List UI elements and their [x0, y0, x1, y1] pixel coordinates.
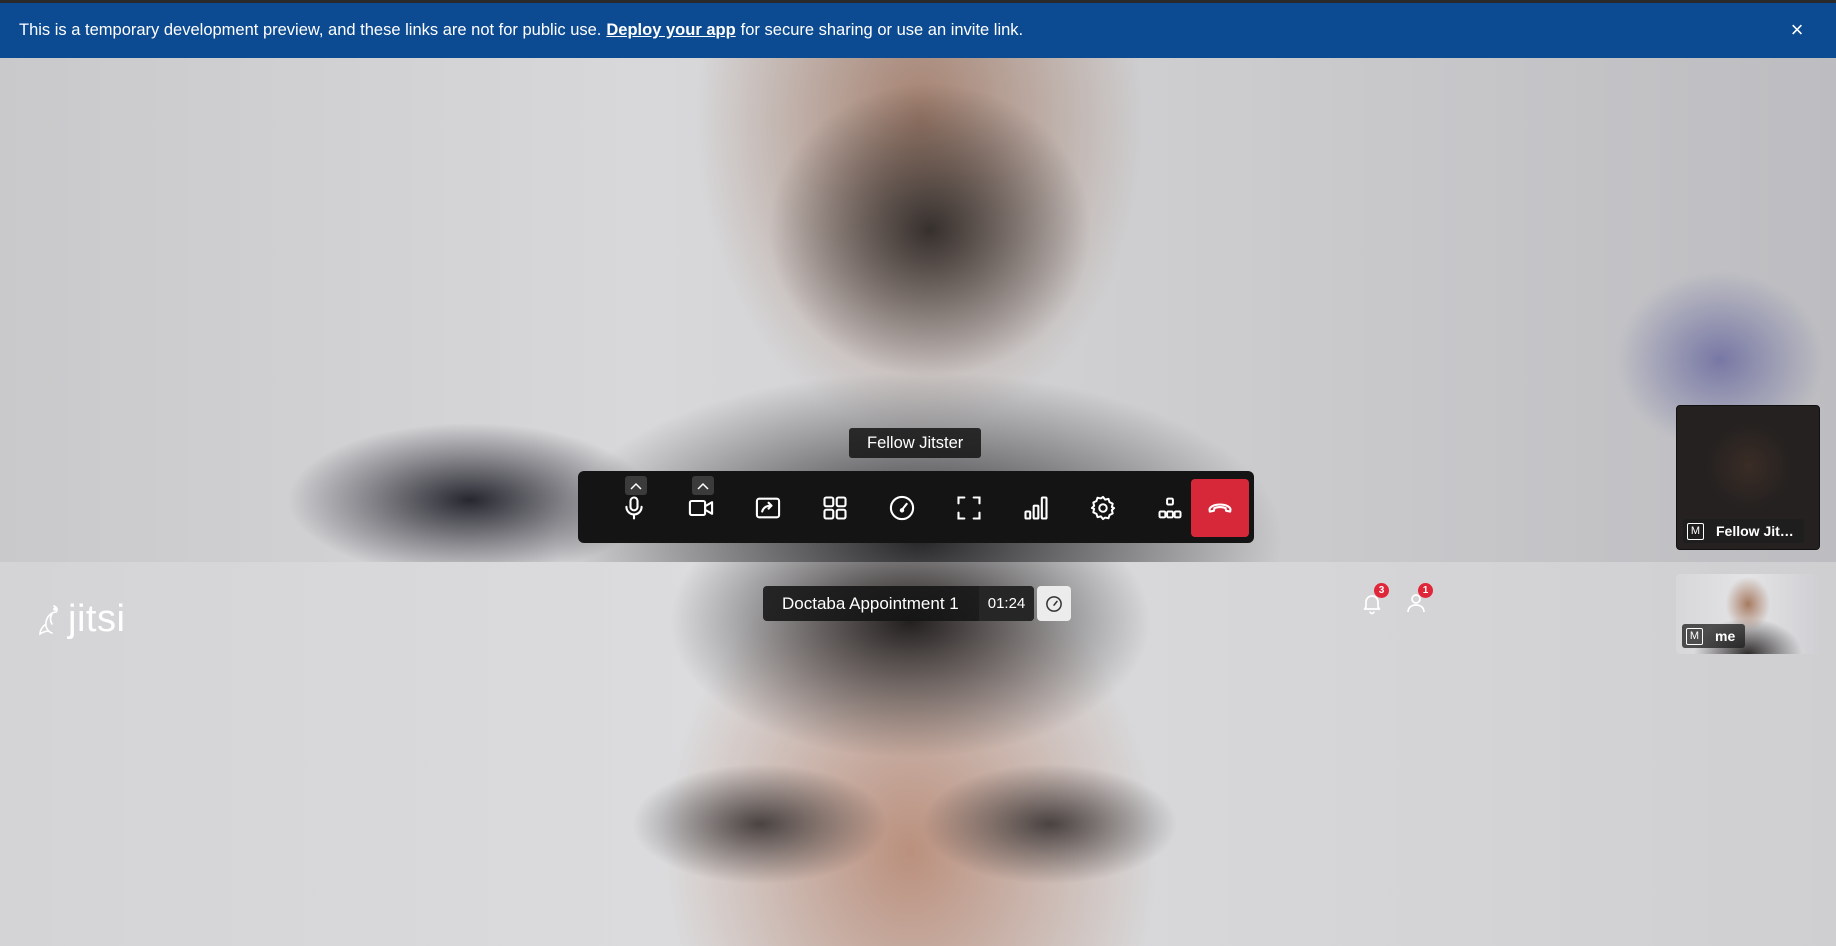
chevron-up-icon — [697, 482, 709, 490]
speedometer-icon — [1046, 595, 1062, 612]
jitsi-logo[interactable]: jitsi — [36, 598, 125, 641]
muted-icon: M — [1687, 522, 1704, 540]
gear-icon — [1090, 495, 1116, 521]
performance-settings-button[interactable] — [873, 479, 931, 537]
thumbnail-name: Fellow Jit… — [1716, 523, 1794, 539]
video-options-caret[interactable] — [692, 476, 714, 495]
share-screen-button[interactable] — [739, 479, 797, 537]
performance-indicator[interactable] — [1037, 586, 1071, 621]
banner-text-after: for secure sharing or use an invite link… — [740, 21, 1024, 39]
thumbnail-label: M me — [1682, 624, 1746, 648]
chevron-up-icon — [630, 482, 642, 490]
microphone-icon — [625, 496, 643, 520]
conference-root: This is a temporary development preview,… — [0, 0, 1836, 946]
share-screen-icon — [755, 497, 781, 519]
close-icon[interactable]: × — [1786, 19, 1808, 41]
banner-text: This is a temporary development preview,… — [19, 21, 602, 39]
signal-bars-icon — [1024, 496, 1048, 520]
logo-text: jitsi — [68, 598, 126, 640]
jitsi-bird-icon — [39, 604, 58, 635]
tile-view-icon — [823, 496, 847, 520]
notifications-indicator[interactable]: 3 — [1357, 583, 1389, 618]
toolbox — [578, 471, 1254, 543]
participants-indicator[interactable]: 1 — [1401, 583, 1433, 618]
settings-button[interactable] — [1074, 479, 1132, 537]
meeting-subject: Doctaba Appointment 1 — [782, 593, 959, 613]
thumbnail-remote[interactable]: M Fellow Jit… — [1676, 405, 1820, 550]
thumbnail-label: M Fellow Jit… — [1683, 519, 1804, 543]
fullscreen-button[interactable] — [940, 479, 998, 537]
dev-preview-banner: This is a temporary development preview,… — [0, 0, 1836, 58]
fullscreen-icon — [957, 496, 981, 520]
hangup-button[interactable] — [1191, 479, 1249, 537]
tile-view-button[interactable] — [806, 479, 864, 537]
camera-icon — [688, 499, 714, 517]
meeting-subject-bar: Doctaba Appointment 1 01:24 — [763, 586, 1035, 621]
deploy-app-link[interactable]: Deploy your app — [606, 21, 735, 40]
hangup-icon — [1208, 503, 1232, 513]
more-icon — [1158, 497, 1182, 519]
thumbnail-local[interactable]: M me — [1676, 574, 1820, 654]
conference-timer: 01:24 — [978, 586, 1035, 621]
connection-stats-button[interactable] — [1007, 479, 1065, 537]
participant-name-tooltip: Fellow Jitster — [849, 428, 982, 458]
notifications-badge: 3 — [1374, 583, 1389, 598]
muted-icon: M — [1686, 627, 1703, 645]
audio-options-caret[interactable] — [625, 476, 647, 495]
participants-badge: 1 — [1418, 583, 1433, 598]
speedometer-icon — [889, 495, 915, 521]
thumbnail-name: me — [1715, 628, 1736, 644]
